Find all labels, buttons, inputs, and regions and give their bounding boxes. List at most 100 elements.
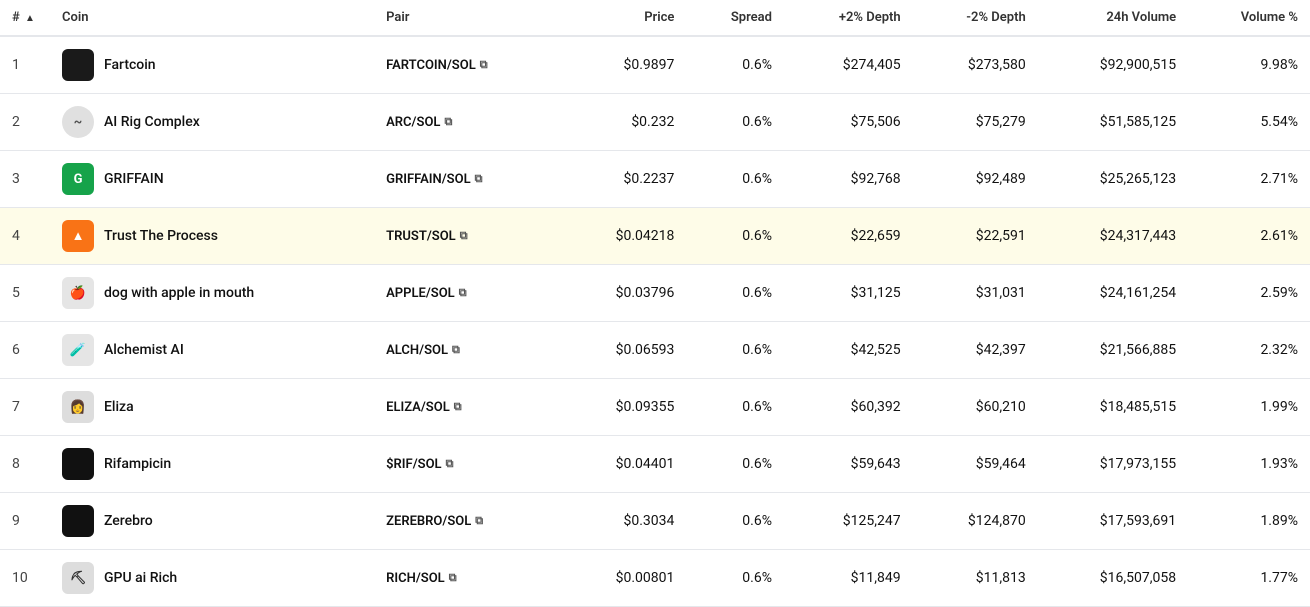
market-table: # ▲ Coin Pair Price Spread +2% Depth -2%… <box>0 0 1310 607</box>
pair-cell[interactable]: FARTCOIN/SOL ⧉ <box>374 36 562 94</box>
external-link-icon: ⧉ <box>475 172 483 186</box>
coin-name: Alchemist AI <box>104 342 184 358</box>
coin-cell: ⛏ GPU ai Rich <box>50 550 374 607</box>
rank-cell: 7 <box>0 379 50 436</box>
rank-header-label: # <box>12 10 20 25</box>
external-link-icon: ⧉ <box>475 514 483 528</box>
volume-pct-cell: 1.89% <box>1188 493 1310 550</box>
pair-label: $RIF/SOL <box>386 457 441 472</box>
coin-name: Rifampicin <box>104 456 171 472</box>
pair-label: ALCH/SOL <box>386 343 448 358</box>
coin-name: Trust The Process <box>104 228 218 244</box>
header-depth-minus[interactable]: -2% Depth <box>913 0 1038 36</box>
header-coin[interactable]: Coin <box>50 0 374 36</box>
depth-minus-cell: $92,489 <box>913 151 1038 208</box>
volume-24h-cell: $24,161,254 <box>1038 265 1188 322</box>
external-link-icon: ⧉ <box>449 571 457 585</box>
coin-name: Fartcoin <box>104 57 156 73</box>
coin-name: GRIFFAIN <box>104 171 164 187</box>
coin-cell: Zerebro <box>50 493 374 550</box>
pair-cell[interactable]: ELIZA/SOL ⧉ <box>374 379 562 436</box>
coin-cell: 🍎 dog with apple in mouth <box>50 265 374 322</box>
pair-cell[interactable]: APPLE/SOL ⧉ <box>374 265 562 322</box>
table-row: 2 ~ AI Rig Complex ARC/SOL ⧉ $0.232 0.6%… <box>0 94 1310 151</box>
pair-cell[interactable]: ALCH/SOL ⧉ <box>374 322 562 379</box>
table-row: 5 🍎 dog with apple in mouth APPLE/SOL ⧉ … <box>0 265 1310 322</box>
coin-icon <box>62 49 94 81</box>
header-volume-pct[interactable]: Volume % <box>1188 0 1310 36</box>
rank-cell: 2 <box>0 94 50 151</box>
rank-cell: 6 <box>0 322 50 379</box>
header-pair[interactable]: Pair <box>374 0 562 36</box>
rank-cell: 9 <box>0 493 50 550</box>
pair-label: GRIFFAIN/SOL <box>386 172 470 187</box>
volume-24h-cell: $51,585,125 <box>1038 94 1188 151</box>
pair-cell[interactable]: ARC/SOL ⧉ <box>374 94 562 151</box>
price-cell: $0.03796 <box>562 265 686 322</box>
spread-cell: 0.6% <box>686 322 784 379</box>
external-link-icon: ⧉ <box>446 457 454 471</box>
volume-pct-cell: 2.61% <box>1188 208 1310 265</box>
rank-cell: 10 <box>0 550 50 607</box>
coin-name: Zerebro <box>104 513 153 529</box>
depth-plus-cell: $11,849 <box>784 550 913 607</box>
coin-icon: 🍎 <box>62 277 94 309</box>
depth-plus-cell: $60,392 <box>784 379 913 436</box>
spread-cell: 0.6% <box>686 550 784 607</box>
depth-minus-cell: $31,031 <box>913 265 1038 322</box>
price-cell: $0.04401 <box>562 436 686 493</box>
pair-cell[interactable]: RICH/SOL ⧉ <box>374 550 562 607</box>
price-cell: $0.09355 <box>562 379 686 436</box>
volume-pct-cell: 1.99% <box>1188 379 1310 436</box>
external-link-icon: ⧉ <box>459 286 467 300</box>
table-row: 7 👩 Eliza ELIZA/SOL ⧉ $0.09355 0.6% $60,… <box>0 379 1310 436</box>
table-row: 10 ⛏ GPU ai Rich RICH/SOL ⧉ $0.00801 0.6… <box>0 550 1310 607</box>
volume-pct-cell: 5.54% <box>1188 94 1310 151</box>
coin-cell: G GRIFFAIN <box>50 151 374 208</box>
coin-cell: ~ AI Rig Complex <box>50 94 374 151</box>
table-row: 1 Fartcoin FARTCOIN/SOL ⧉ $0.9897 0.6% $… <box>0 36 1310 94</box>
external-link-icon: ⧉ <box>452 343 460 357</box>
price-cell: $0.00801 <box>562 550 686 607</box>
volume-24h-cell: $92,900,515 <box>1038 36 1188 94</box>
pair-label: APPLE/SOL <box>386 286 455 301</box>
depth-minus-cell: $42,397 <box>913 322 1038 379</box>
depth-plus-cell: $274,405 <box>784 36 913 94</box>
table-row: 9 Zerebro ZEREBRO/SOL ⧉ $0.3034 0.6% $12… <box>0 493 1310 550</box>
depth-minus-cell: $22,591 <box>913 208 1038 265</box>
volume-24h-cell: $21,566,885 <box>1038 322 1188 379</box>
pair-label: RICH/SOL <box>386 571 445 586</box>
depth-plus-cell: $59,643 <box>784 436 913 493</box>
header-depth-plus[interactable]: +2% Depth <box>784 0 913 36</box>
header-price[interactable]: Price <box>562 0 686 36</box>
depth-minus-cell: $60,210 <box>913 379 1038 436</box>
header-spread[interactable]: Spread <box>686 0 784 36</box>
volume-24h-cell: $16,507,058 <box>1038 550 1188 607</box>
rank-cell: 8 <box>0 436 50 493</box>
table-row: 6 🧪 Alchemist AI ALCH/SOL ⧉ $0.06593 0.6… <box>0 322 1310 379</box>
coin-icon: ~ <box>62 106 94 138</box>
volume-pct-cell: 9.98% <box>1188 36 1310 94</box>
pair-label: ELIZA/SOL <box>386 400 450 415</box>
pair-cell[interactable]: TRUST/SOL ⧉ <box>374 208 562 265</box>
table-header-row: # ▲ Coin Pair Price Spread +2% Depth -2%… <box>0 0 1310 36</box>
depth-plus-cell: $125,247 <box>784 493 913 550</box>
spread-cell: 0.6% <box>686 36 784 94</box>
pair-cell[interactable]: GRIFFAIN/SOL ⧉ <box>374 151 562 208</box>
pair-cell[interactable]: ZEREBRO/SOL ⧉ <box>374 493 562 550</box>
price-cell: $0.2237 <box>562 151 686 208</box>
header-rank[interactable]: # ▲ <box>0 0 50 36</box>
rank-cell: 5 <box>0 265 50 322</box>
external-link-icon: ⧉ <box>460 229 468 243</box>
table-row: 8 Rifampicin $RIF/SOL ⧉ $0.04401 0.6% $5… <box>0 436 1310 493</box>
rank-cell: 1 <box>0 36 50 94</box>
depth-minus-cell: $124,870 <box>913 493 1038 550</box>
depth-plus-cell: $22,659 <box>784 208 913 265</box>
pair-cell[interactable]: $RIF/SOL ⧉ <box>374 436 562 493</box>
coin-cell: ▲ Trust The Process <box>50 208 374 265</box>
spread-cell: 0.6% <box>686 265 784 322</box>
price-cell: $0.9897 <box>562 36 686 94</box>
header-volume-24h[interactable]: 24h Volume <box>1038 0 1188 36</box>
price-cell: $0.232 <box>562 94 686 151</box>
volume-pct-cell: 1.77% <box>1188 550 1310 607</box>
